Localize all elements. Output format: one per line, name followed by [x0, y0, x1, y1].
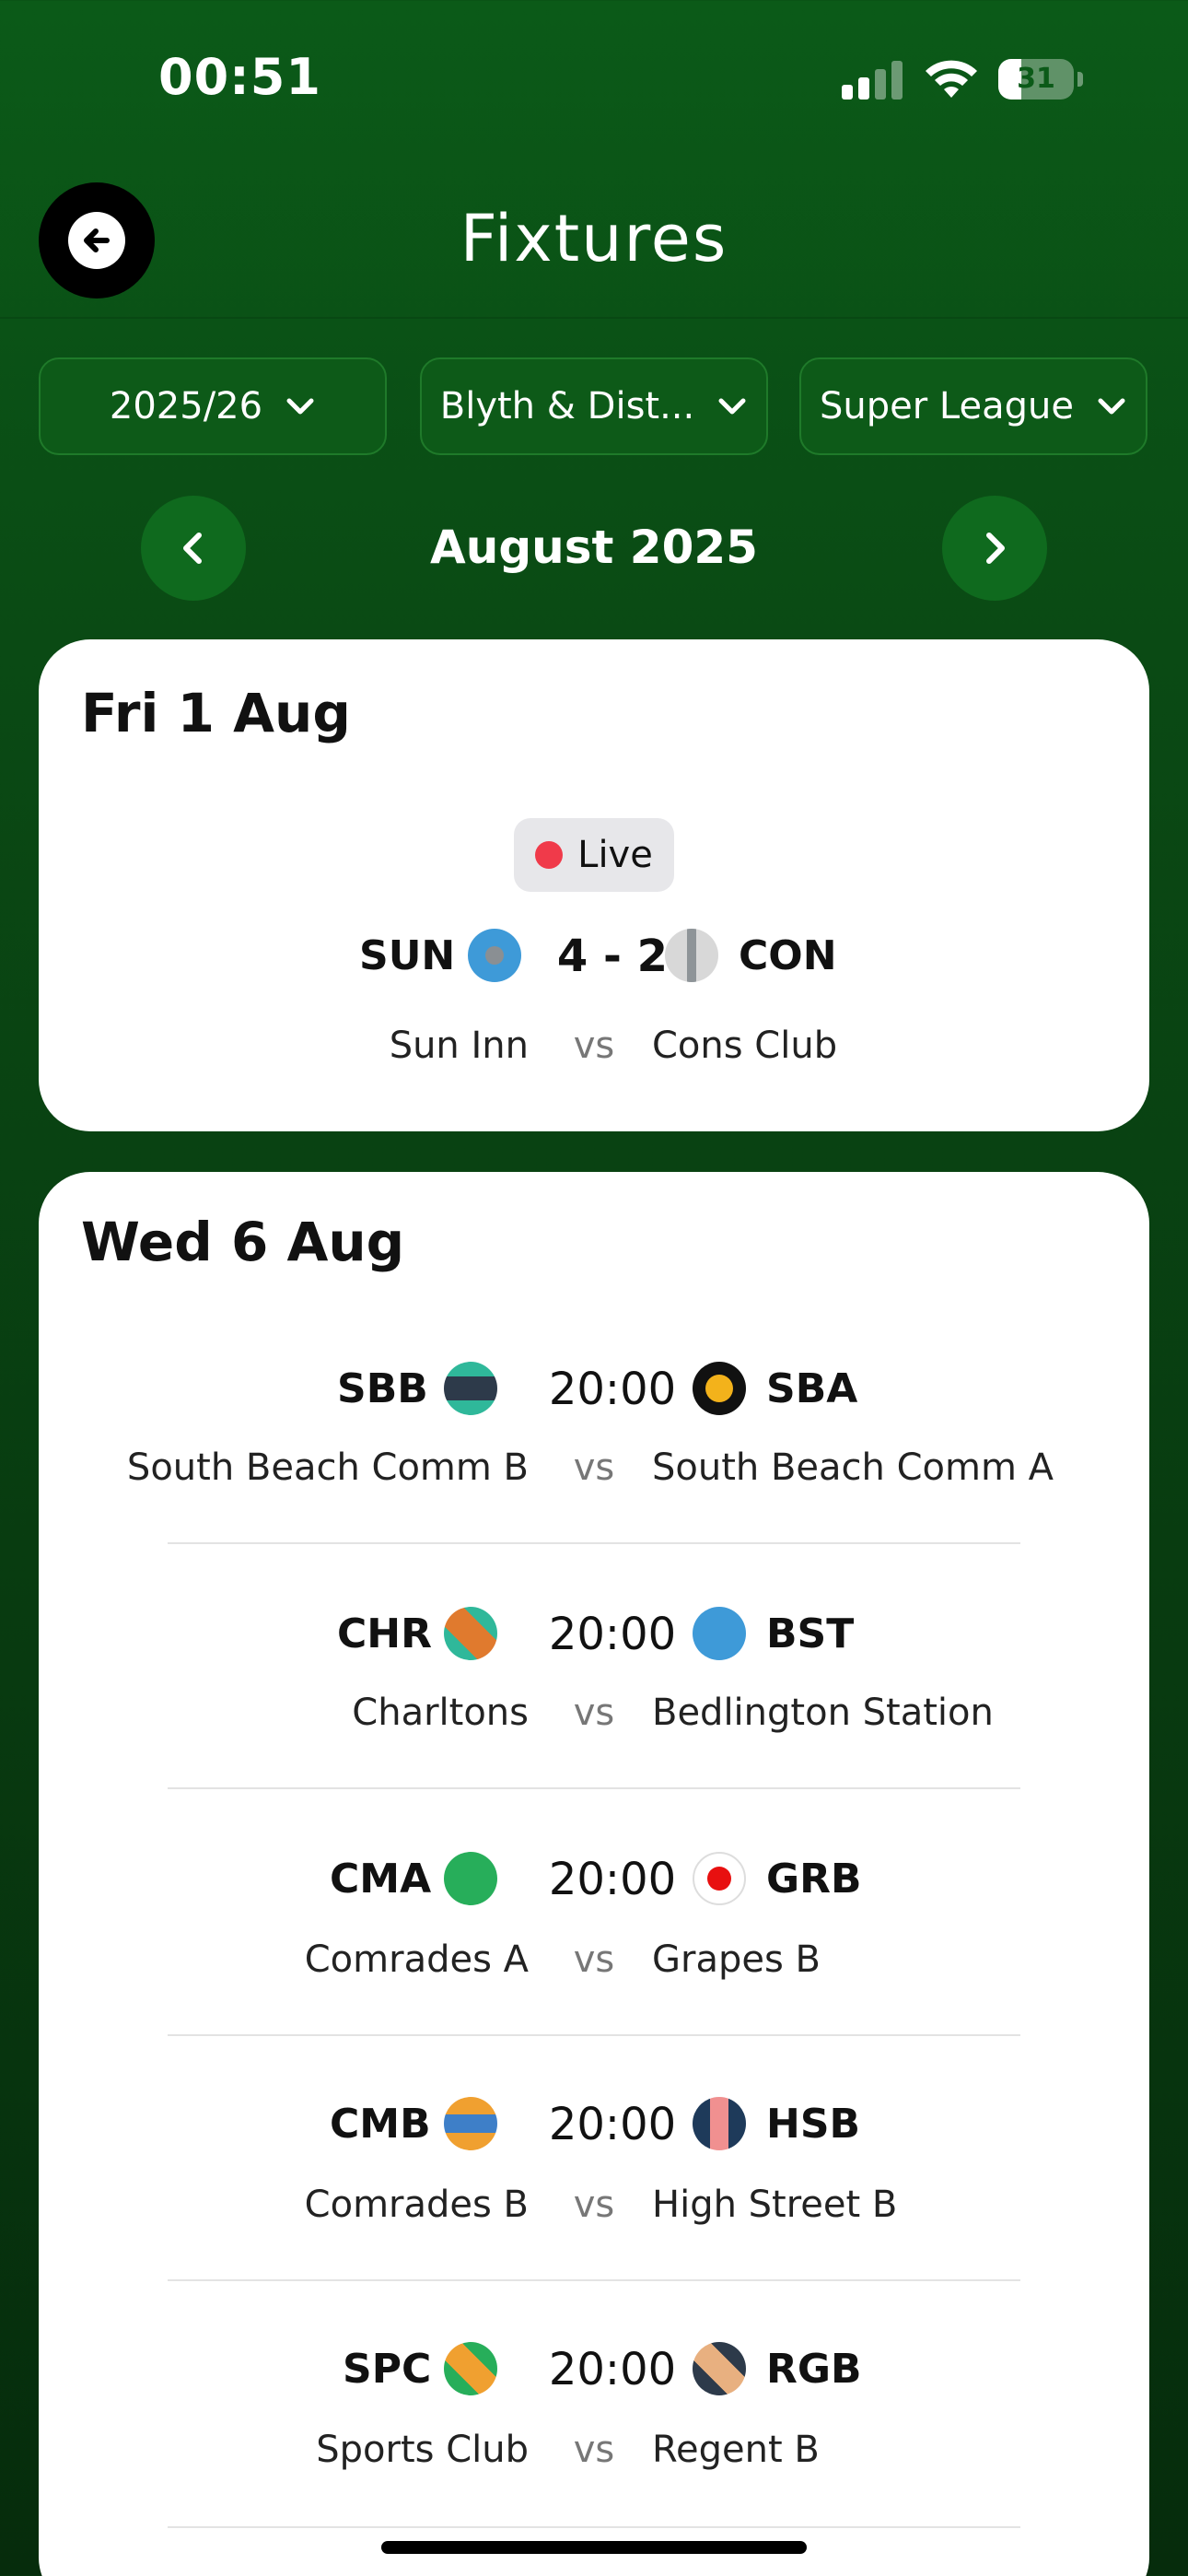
- team-badge-icon: [444, 1852, 497, 1905]
- team-badge-icon: [693, 2342, 746, 2395]
- kickoff-time: 20:00: [548, 1854, 677, 1905]
- chevron-down-icon: [1098, 398, 1125, 415]
- team-badge-icon: [468, 929, 521, 982]
- vs-label: vs: [573, 2429, 615, 2471]
- away-team-code: BST: [766, 1610, 855, 1657]
- team-badge-icon: [693, 1607, 746, 1660]
- status-time: 00:51: [158, 48, 321, 106]
- day-date: Wed 6 Aug: [81, 1211, 405, 1273]
- kickoff-time: 20:00: [548, 1609, 677, 1660]
- day-card: Fri 1 Aug Live SUN 4 - 2 CON Sun Inn vs …: [39, 639, 1149, 1131]
- league-dropdown[interactable]: Blyth & Dist...: [420, 357, 768, 455]
- division-dropdown[interactable]: Super League: [799, 357, 1147, 455]
- away-team-name: High Street B: [652, 2184, 898, 2226]
- header-divider: [0, 317, 1188, 319]
- season-dropdown[interactable]: 2025/26: [39, 357, 387, 455]
- away-team-code: SBA: [766, 1365, 858, 1412]
- fixture-team-names: Sun Inn vs Cons Club: [39, 1025, 1149, 1080]
- chevron-down-icon: [718, 398, 746, 415]
- fixture-row[interactable]: SPC 20:00 RGB: [39, 2336, 1149, 2401]
- away-team-name: Bedlington Station: [652, 1692, 994, 1734]
- live-dot-icon: [535, 841, 564, 869]
- home-team-code: SPC: [343, 2346, 432, 2393]
- day-date: Fri 1 Aug: [81, 682, 351, 744]
- away-team-code: CON: [739, 932, 837, 979]
- vs-label: vs: [573, 1938, 615, 1981]
- wifi-icon: [926, 60, 977, 98]
- away-team-name: Regent B: [652, 2429, 820, 2471]
- away-team-code: RGB: [766, 2346, 862, 2393]
- home-team-name: Comrades A: [304, 1938, 529, 1981]
- cellular-signal-icon: [842, 61, 906, 100]
- team-badge-icon: [444, 2097, 497, 2150]
- chevron-down-icon: [286, 398, 314, 415]
- fixture-team-names: Sports Club vs Regent B: [39, 2429, 1149, 2484]
- team-badge-icon: [665, 929, 718, 982]
- fixture-row[interactable]: SBB 20:00 SBA: [39, 1356, 1149, 1421]
- next-month-button[interactable]: [942, 496, 1047, 601]
- away-team-code: GRB: [766, 1856, 862, 1903]
- home-team-name: South Beach Comm B: [126, 1446, 529, 1489]
- fixture-team-names: Charltons vs Bedlington Station: [39, 1692, 1149, 1747]
- fixture-divider: [168, 1787, 1020, 1789]
- fixture-row[interactable]: CHR 20:00 BST: [39, 1601, 1149, 1666]
- away-team-name: South Beach Comm A: [652, 1446, 1054, 1489]
- fixture-team-names: South Beach Comm B vs South Beach Comm A: [39, 1446, 1149, 1502]
- fixture-divider: [168, 2526, 1020, 2528]
- team-badge-icon: [693, 2097, 746, 2150]
- home-team-code: SBB: [337, 1365, 428, 1412]
- fixture-divider: [168, 2279, 1020, 2281]
- team-badge-icon: [444, 1362, 497, 1415]
- fixture-row[interactable]: CMB 20:00 HSB: [39, 2091, 1149, 2156]
- vs-label: vs: [573, 1446, 615, 1489]
- live-badge: Live: [514, 818, 674, 892]
- battery-icon: 31: [998, 59, 1083, 100]
- live-label: Live: [577, 834, 653, 876]
- home-team-code: CHR: [337, 1610, 432, 1657]
- fixture-row[interactable]: SUN 4 - 2 CON: [39, 923, 1149, 988]
- fixture-team-names: Comrades A vs Grapes B: [39, 1938, 1149, 1994]
- vs-label: vs: [573, 2184, 615, 2226]
- home-team-name: Charltons: [352, 1692, 529, 1734]
- fixture-team-names: Comrades B vs High Street B: [39, 2184, 1149, 2239]
- home-team-code: SUN: [359, 932, 456, 979]
- kickoff-time: 20:00: [548, 1364, 677, 1415]
- home-team-code: CMB: [330, 2101, 431, 2148]
- home-team-name: Sun Inn: [389, 1025, 529, 1067]
- fixture-row[interactable]: CMA 20:00 GRB: [39, 1846, 1149, 1911]
- team-badge-icon: [444, 1607, 497, 1660]
- home-team-code: CMA: [330, 1856, 432, 1903]
- chevron-right-icon: [986, 533, 1005, 564]
- vs-label: vs: [573, 1692, 615, 1734]
- league-dropdown-label: Blyth & Dist...: [439, 385, 695, 427]
- battery-percent: 31: [1017, 63, 1055, 95]
- season-dropdown-label: 2025/26: [109, 385, 263, 427]
- fixture-divider: [168, 1542, 1020, 1544]
- team-badge-icon: [693, 1852, 746, 1905]
- vs-label: vs: [573, 1025, 615, 1067]
- page-title: Fixtures: [460, 201, 728, 276]
- division-dropdown-label: Super League: [820, 385, 1074, 427]
- status-bar: 00:51 31: [0, 0, 1188, 166]
- team-badge-icon: [444, 2342, 497, 2395]
- day-card: Wed 6 Aug SBB 20:00 SBA South Beach Comm…: [39, 1172, 1149, 2576]
- away-team-name: Grapes B: [652, 1938, 821, 1981]
- home-team-name: Comrades B: [304, 2184, 529, 2226]
- fixture-divider: [168, 2034, 1020, 2036]
- kickoff-time: 20:00: [548, 2344, 677, 2395]
- away-team-name: Cons Club: [652, 1025, 838, 1067]
- team-badge-icon: [693, 1362, 746, 1415]
- home-indicator[interactable]: [381, 2541, 807, 2554]
- kickoff-time: 20:00: [548, 2099, 677, 2150]
- home-team-name: Sports Club: [316, 2429, 529, 2471]
- away-team-code: HSB: [766, 2101, 861, 2148]
